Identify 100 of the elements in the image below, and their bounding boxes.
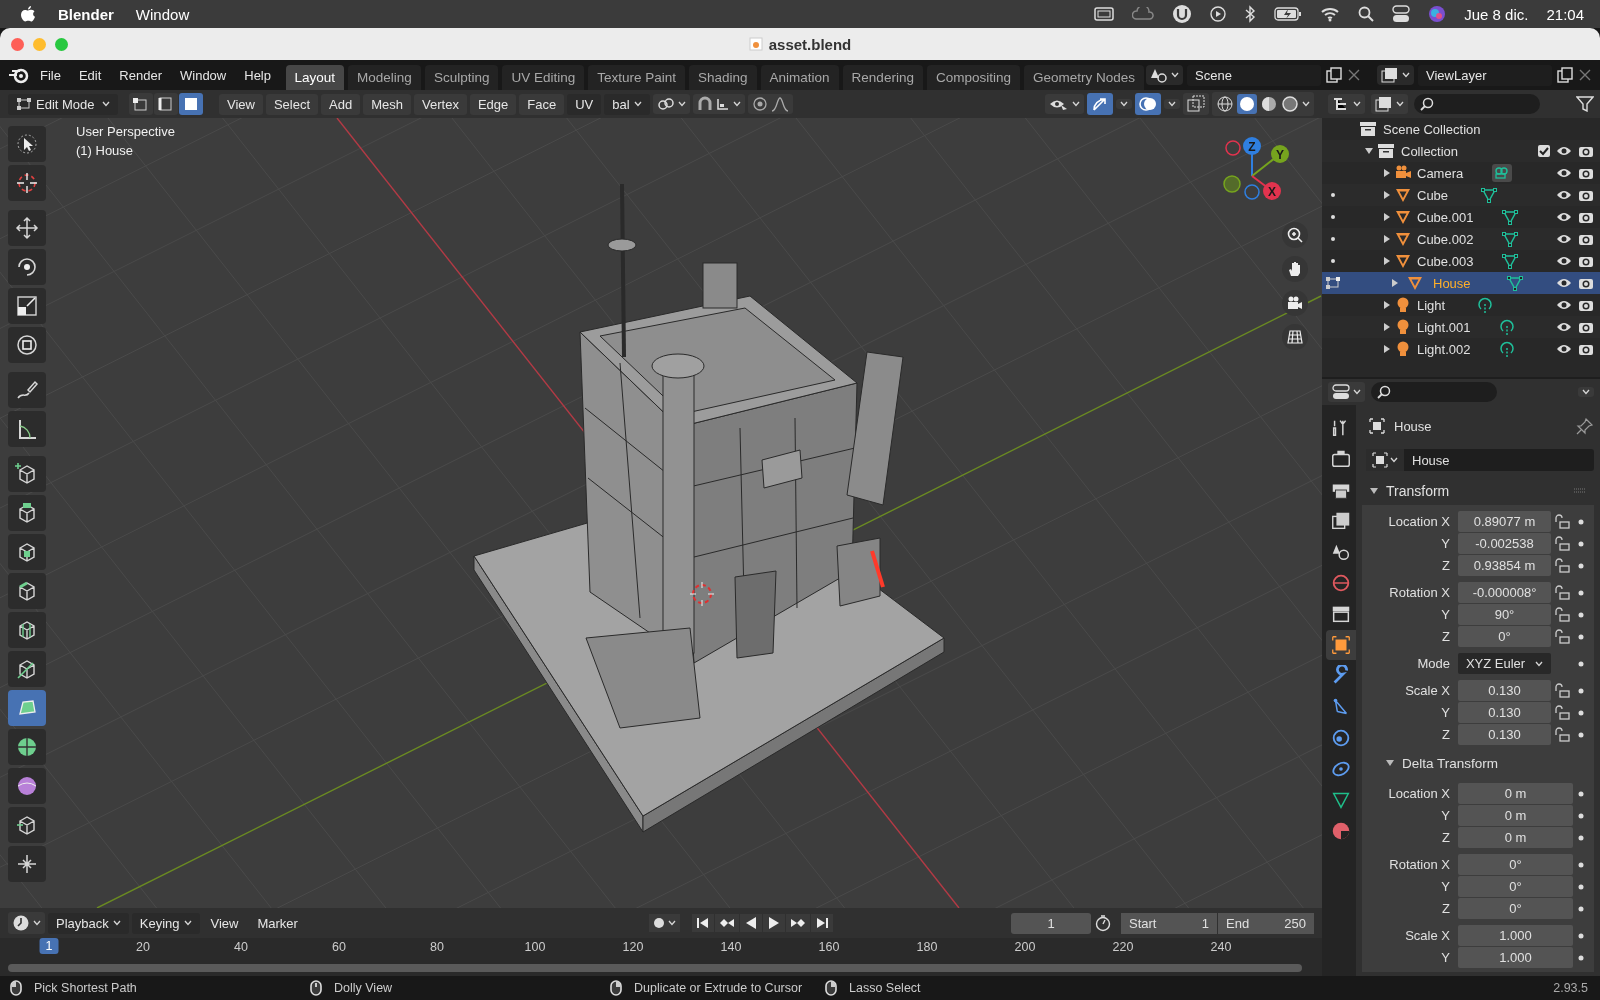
number-field[interactable]: 0 m bbox=[1458, 827, 1573, 848]
frame-number: 240 bbox=[1210, 940, 1232, 954]
menu-item[interactable]: Vertex bbox=[414, 93, 467, 115]
end-frame-field[interactable]: End 250 bbox=[1218, 912, 1314, 934]
workspace-tab[interactable]: Geometry Nodes bbox=[1023, 65, 1144, 90]
property-label: Location X bbox=[1387, 514, 1451, 529]
number-field[interactable]: 0.130 bbox=[1458, 724, 1551, 745]
axis-handle[interactable]: Z bbox=[1243, 137, 1261, 177]
frame-number: 160 bbox=[818, 940, 840, 954]
outliner-row[interactable]: Light.002 bbox=[1322, 338, 1600, 360]
uv-menu[interactable]: UV bbox=[567, 93, 602, 115]
workspace-tab[interactable]: Texture Paint bbox=[588, 65, 685, 90]
number-field[interactable]: 1.000 bbox=[1458, 925, 1573, 946]
number-field[interactable]: -0.002538 bbox=[1458, 533, 1551, 554]
menu-item[interactable]: Edit bbox=[70, 64, 110, 86]
property-label: Y bbox=[1440, 808, 1451, 823]
frame-number: 200 bbox=[1014, 940, 1036, 954]
menu-item[interactable]: Select bbox=[265, 93, 319, 115]
current-frame-marker[interactable]: 1 bbox=[39, 938, 59, 954]
workspace-tab[interactable]: Layout bbox=[285, 65, 345, 90]
scene-name-field[interactable]: Scene bbox=[1187, 64, 1321, 86]
outliner-row[interactable]: Cube.001 bbox=[1322, 206, 1600, 228]
frame-number: 80 bbox=[430, 940, 444, 954]
menu-dropdown[interactable]: Keying bbox=[131, 912, 200, 934]
property-label: Location X bbox=[1387, 786, 1451, 801]
property-label: Z bbox=[1441, 727, 1451, 742]
property-label: Y bbox=[1440, 879, 1451, 894]
menu-item[interactable]: View bbox=[202, 912, 247, 934]
frame-number: 60 bbox=[332, 940, 346, 954]
workspace-tab[interactable]: Shading bbox=[689, 65, 757, 90]
outliner-row[interactable]: Light bbox=[1322, 294, 1600, 316]
frame-number: 40 bbox=[234, 940, 248, 954]
axis-handle[interactable]: X bbox=[1251, 175, 1281, 200]
current-frame-field[interactable]: 1 bbox=[1011, 912, 1091, 934]
number-field[interactable]: 0.130 bbox=[1458, 702, 1551, 723]
mode-dropdown[interactable]: XYZ Euler bbox=[1458, 653, 1551, 674]
workspace-tab[interactable]: Compositing bbox=[926, 65, 1020, 90]
menu-item[interactable]: Edge bbox=[469, 93, 517, 115]
workspace-tab[interactable]: UV Editing bbox=[502, 65, 585, 90]
workspace-tab[interactable]: Rendering bbox=[842, 65, 923, 90]
object-name: Cube.002 bbox=[1417, 231, 1474, 247]
object-name: Light.001 bbox=[1417, 319, 1471, 335]
number-field[interactable]: 0.130 bbox=[1458, 680, 1551, 701]
property-label: Z bbox=[1441, 901, 1451, 916]
number-field[interactable]: 0° bbox=[1458, 626, 1551, 647]
number-field[interactable]: 0° bbox=[1458, 854, 1573, 875]
property-label: Z bbox=[1441, 629, 1451, 644]
property-label: Y bbox=[1440, 536, 1451, 551]
outliner-row[interactable]: Camera bbox=[1322, 162, 1600, 184]
outliner-row[interactable]: Cube.003 bbox=[1322, 250, 1600, 272]
number-field[interactable]: 0° bbox=[1458, 898, 1573, 919]
object-name: Cube bbox=[1417, 187, 1449, 203]
property-label: Mode bbox=[1416, 656, 1451, 671]
property-label: Z bbox=[1441, 558, 1451, 573]
frame-number: 140 bbox=[720, 940, 742, 954]
viewport-info-text: User Perspective bbox=[76, 124, 175, 139]
menu-item[interactable]: Mesh bbox=[363, 93, 412, 115]
property-label: Scale X bbox=[1404, 928, 1451, 943]
number-field[interactable]: 0 m bbox=[1458, 805, 1573, 826]
menu-item[interactable]: Add bbox=[321, 93, 361, 115]
number-field[interactable]: 90° bbox=[1458, 604, 1551, 625]
menu-bar-date: Jue 8 dic. bbox=[1464, 5, 1529, 23]
menu-item[interactable]: Window bbox=[135, 5, 190, 23]
object-name: Collection bbox=[1401, 143, 1459, 159]
object-name: Cube.001 bbox=[1417, 209, 1474, 225]
property-label: Z bbox=[1441, 830, 1451, 845]
number-field[interactable]: -0.000008° bbox=[1458, 582, 1551, 603]
object-name: Light.002 bbox=[1417, 341, 1471, 357]
app-menu[interactable]: Blender bbox=[58, 5, 114, 23]
outliner-row[interactable]: Scene Collection bbox=[1322, 118, 1600, 140]
number-field[interactable]: 0° bbox=[1458, 876, 1573, 897]
menu-item[interactable]: Render bbox=[111, 64, 170, 86]
status-hint: Pick Shortest Path bbox=[34, 981, 137, 995]
panel-header[interactable]: Transform bbox=[1362, 477, 1594, 505]
window-title: asset.blend bbox=[768, 35, 852, 53]
workspace-tab[interactable]: Modeling bbox=[348, 65, 421, 90]
workspace-tab[interactable]: Animation bbox=[760, 65, 839, 90]
frame-number: 120 bbox=[622, 940, 644, 954]
menu-item[interactable]: Face bbox=[519, 93, 565, 115]
version-label: 2.93.5 bbox=[1552, 981, 1589, 995]
orientation-dropdown[interactable]: bal bbox=[604, 93, 650, 115]
menu-item[interactable]: View bbox=[219, 93, 263, 115]
object-name: Camera bbox=[1417, 165, 1464, 181]
number-field[interactable]: 1.000 bbox=[1458, 947, 1573, 968]
menu-item[interactable]: Window bbox=[172, 64, 235, 86]
workspace-tab[interactable]: Sculpting bbox=[424, 65, 499, 90]
panel-header[interactable]: Delta Transform bbox=[1362, 749, 1594, 777]
number-field[interactable]: 0.89077 m bbox=[1458, 511, 1551, 532]
object-name-field[interactable]: House bbox=[1366, 449, 1594, 471]
menu-item[interactable]: Help bbox=[236, 64, 279, 86]
number-field[interactable]: 0.93854 m bbox=[1458, 555, 1551, 576]
menu-item[interactable]: File bbox=[32, 64, 69, 86]
status-hint: Lasso Select bbox=[849, 981, 921, 995]
menu-item[interactable]: Marker bbox=[249, 912, 306, 934]
menu-dropdown[interactable]: Playback bbox=[48, 912, 129, 934]
outliner-row[interactable]: House bbox=[1322, 272, 1600, 294]
view-layer-name-field[interactable]: ViewLayer bbox=[1418, 64, 1552, 86]
number-field[interactable]: 0 m bbox=[1458, 783, 1573, 804]
start-frame-field[interactable]: Start 1 bbox=[1121, 912, 1217, 934]
mode-dropdown[interactable]: Edit Mode bbox=[8, 93, 118, 115]
